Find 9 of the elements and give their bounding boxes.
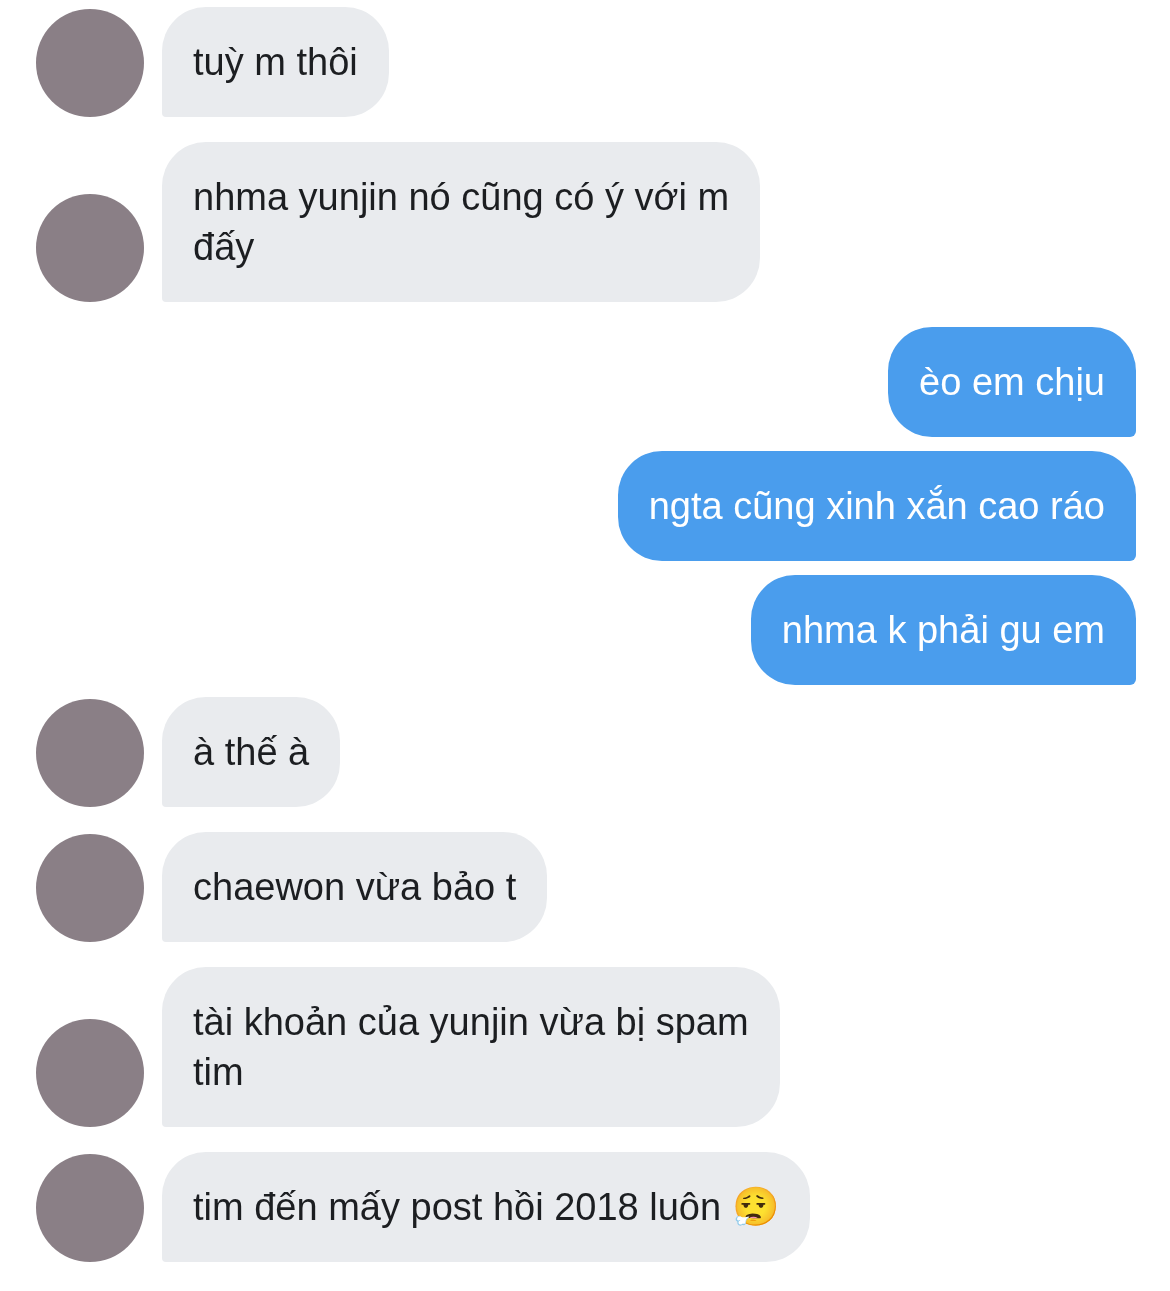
message-text: tài khoản của yunjin vừa bị spam tim xyxy=(193,1001,749,1093)
message-text: nhma k phải gu em xyxy=(781,609,1105,651)
message-text: à thế à xyxy=(193,731,310,773)
message-text: èo em chịu xyxy=(919,361,1105,403)
message-text: ngta cũng xinh xắn cao ráo xyxy=(648,485,1105,527)
message-text: tuỳ m thôi xyxy=(193,41,358,83)
message-text: chaewon vừa bảo t xyxy=(193,866,517,908)
message-text: tim đến mấy post hồi 2018 luôn 😮‍💨 xyxy=(193,1186,779,1228)
message-text: nhma yunjin nó cũng có ý với m đấy xyxy=(193,176,730,268)
